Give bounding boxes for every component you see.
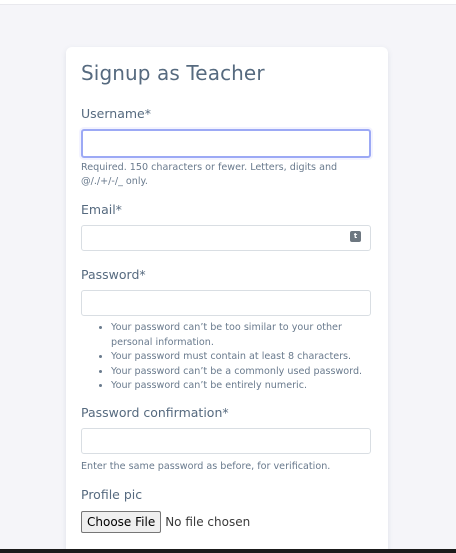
file-status-text: No file chosen (165, 515, 251, 529)
bottom-edge-bar (0, 549, 456, 553)
password-input[interactable] (81, 290, 371, 316)
profile-pic-file-input[interactable]: Choose File No file chosen (81, 511, 250, 533)
password-manager-icon[interactable]: t (350, 231, 361, 242)
signup-card: Signup as Teacher Username* Required. 15… (66, 47, 388, 553)
choose-file-button[interactable]: Choose File (81, 511, 162, 533)
password-confirmation-label: Password confirmation* (81, 405, 229, 420)
username-label: Username* (81, 106, 151, 121)
password-rule: Your password can’t be too similar to yo… (111, 321, 381, 350)
username-help-text: Required. 150 characters or fewer. Lette… (81, 162, 338, 187)
top-divider (0, 0, 456, 5)
password-confirmation-input[interactable] (81, 428, 371, 454)
password-rules-list: Your password can’t be too similar to yo… (81, 321, 381, 394)
password-confirmation-help-text: Enter the same password as before, for v… (81, 461, 331, 472)
password-rule: Your password must contain at least 8 ch… (111, 350, 381, 365)
profile-pic-label: Profile pic (81, 487, 143, 502)
page-title: Signup as Teacher (81, 61, 265, 85)
password-rule: Your password can’t be a commonly used p… (111, 365, 381, 380)
username-input[interactable] (81, 129, 371, 158)
email-label: Email* (81, 202, 122, 217)
password-rule: Your password can’t be entirely numeric. (111, 379, 381, 394)
page: Signup as Teacher Username* Required. 15… (0, 0, 456, 553)
email-input[interactable] (81, 225, 371, 251)
email-field-wrapper: t (81, 225, 371, 251)
password-label: Password* (81, 267, 146, 282)
